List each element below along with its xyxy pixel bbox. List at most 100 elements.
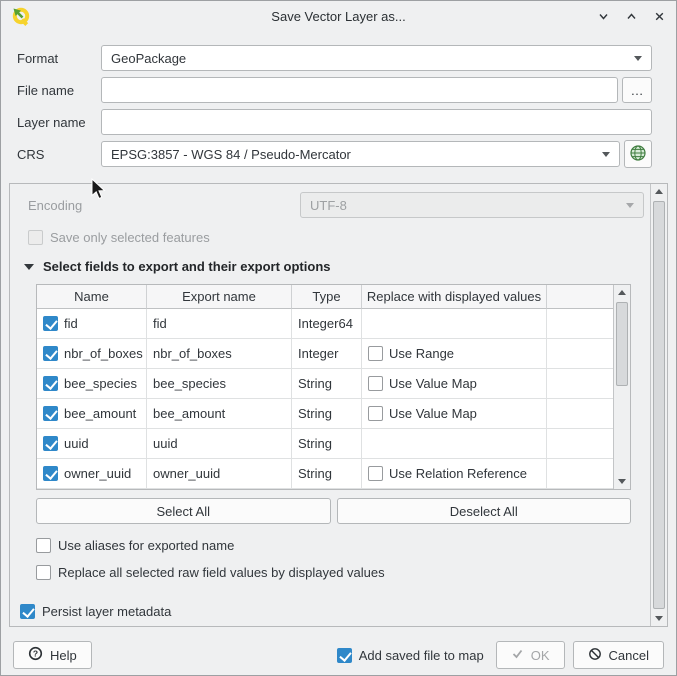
use-aliases-checkbox[interactable] xyxy=(36,538,51,553)
field-name-cell[interactable]: uuid xyxy=(37,429,147,459)
file-name-input[interactable] xyxy=(101,77,618,103)
field-replace-cell[interactable]: Use Range xyxy=(362,339,547,369)
titlebar[interactable]: Save Vector Layer as... xyxy=(1,1,676,31)
help-button[interactable]: ? Help xyxy=(13,641,92,669)
field-export-name-cell[interactable]: bee_species xyxy=(147,369,292,399)
field-replace-cell[interactable]: Use Value Map xyxy=(362,399,547,429)
field-replace-cell[interactable]: Use Value Map xyxy=(362,369,547,399)
field-checkbox[interactable] xyxy=(43,466,58,481)
field-name-cell[interactable]: bee_amount xyxy=(37,399,147,429)
field-replace-cell[interactable]: Use Relation Reference xyxy=(362,459,547,489)
field-row-bee_amount[interactable]: bee_amountbee_amountStringUse Value Map xyxy=(37,399,613,429)
field-checkbox[interactable] xyxy=(43,346,58,361)
replace-option-checkbox[interactable] xyxy=(368,406,383,421)
field-name-label: uuid xyxy=(64,436,89,451)
field-name-cell[interactable]: nbr_of_boxes xyxy=(37,339,147,369)
field-name-cell[interactable]: owner_uuid xyxy=(37,459,147,489)
file-name-label: File name xyxy=(17,83,101,98)
field-export-name-cell[interactable]: fid xyxy=(147,309,292,339)
help-label: Help xyxy=(50,648,77,663)
field-name-cell[interactable]: bee_species xyxy=(37,369,147,399)
field-checkbox[interactable] xyxy=(43,376,58,391)
fields-section-header[interactable]: Select fields to export and their export… xyxy=(24,259,644,274)
replace-option-checkbox[interactable] xyxy=(368,346,383,361)
save-only-selected-checkbox[interactable] xyxy=(28,230,43,245)
field-row-fid[interactable]: fidfidInteger64 xyxy=(37,309,613,339)
column-header-name[interactable]: Name xyxy=(37,285,147,309)
field-row-filler xyxy=(547,369,613,399)
field-row-filler xyxy=(547,399,613,429)
field-name-label: bee_amount xyxy=(64,406,136,421)
cancel-label: Cancel xyxy=(609,648,649,663)
fields-table-scroll-track[interactable] xyxy=(614,300,630,474)
cancel-button[interactable]: Cancel xyxy=(573,641,664,669)
fields-section-title: Select fields to export and their export… xyxy=(43,259,331,274)
deselect-all-button[interactable]: Deselect All xyxy=(337,498,632,524)
field-export-name-cell[interactable]: nbr_of_boxes xyxy=(147,339,292,369)
add-saved-file-row: Add saved file to map xyxy=(337,648,484,663)
field-export-name-cell[interactable]: uuid xyxy=(147,429,292,459)
field-replace-cell xyxy=(362,429,547,459)
fields-table: Name Export name Type Replace with displ… xyxy=(36,284,631,490)
select-all-button[interactable]: Select All xyxy=(36,498,331,524)
field-type-cell: String xyxy=(292,369,362,399)
format-combobox[interactable]: GeoPackage xyxy=(101,45,652,71)
replace-raw-checkbox[interactable] xyxy=(36,565,51,580)
field-type-cell: String xyxy=(292,429,362,459)
crs-combobox[interactable]: EPSG:3857 - WGS 84 / Pseudo-Mercator xyxy=(101,141,620,167)
encoding-combobox[interactable]: UTF-8 xyxy=(300,192,644,218)
save-vector-layer-dialog: Save Vector Layer as... Format GeoPackag… xyxy=(0,0,677,676)
maximize-button[interactable] xyxy=(625,10,638,23)
replace-raw-label: Replace all selected raw field values by… xyxy=(58,565,385,580)
field-row-filler xyxy=(547,339,613,369)
encoding-value: UTF-8 xyxy=(310,198,620,213)
add-saved-file-checkbox[interactable] xyxy=(337,648,352,663)
browse-button[interactable]: … xyxy=(622,77,652,103)
encoding-row: Encoding UTF-8 xyxy=(28,192,644,218)
ok-button[interactable]: OK xyxy=(496,641,565,669)
replace-option-label: Use Relation Reference xyxy=(389,466,527,481)
field-row-bee_species[interactable]: bee_speciesbee_speciesStringUse Value Ma… xyxy=(37,369,613,399)
scroll-down-icon[interactable] xyxy=(651,611,667,626)
scrollbar-thumb[interactable] xyxy=(616,302,628,386)
field-row-owner_uuid[interactable]: owner_uuidowner_uuidStringUse Relation R… xyxy=(37,459,613,489)
field-row-nbr_of_boxes[interactable]: nbr_of_boxesnbr_of_boxesIntegerUse Range xyxy=(37,339,613,369)
close-button[interactable] xyxy=(653,10,666,23)
scroll-down-icon[interactable] xyxy=(614,474,630,489)
replace-option-checkbox[interactable] xyxy=(368,466,383,481)
options-scrollbar[interactable] xyxy=(650,184,667,626)
field-checkbox[interactable] xyxy=(43,316,58,331)
minimize-button[interactable] xyxy=(597,10,610,23)
field-checkbox[interactable] xyxy=(43,406,58,421)
field-name-cell[interactable]: fid xyxy=(37,309,147,339)
save-only-selected-row: Save only selected features xyxy=(28,230,644,245)
field-type-cell: Integer64 xyxy=(292,309,362,339)
window-title: Save Vector Layer as... xyxy=(1,9,676,24)
persist-metadata-checkbox[interactable] xyxy=(20,604,35,619)
column-header-type[interactable]: Type xyxy=(292,285,362,309)
svg-text:?: ? xyxy=(33,648,38,658)
layer-name-input[interactable] xyxy=(101,109,652,135)
field-name-label: nbr_of_boxes xyxy=(64,346,143,361)
replace-option-checkbox[interactable] xyxy=(368,376,383,391)
globe-icon xyxy=(629,144,647,165)
crs-select-button[interactable] xyxy=(624,140,652,168)
column-header-export-name[interactable]: Export name xyxy=(147,285,292,309)
replace-option-label: Use Value Map xyxy=(389,376,477,391)
field-export-name-cell[interactable]: bee_amount xyxy=(147,399,292,429)
scroll-up-icon[interactable] xyxy=(651,184,667,199)
field-row-filler xyxy=(547,459,613,489)
format-value: GeoPackage xyxy=(111,51,628,66)
use-aliases-row: Use aliases for exported name xyxy=(36,538,644,553)
scroll-up-icon[interactable] xyxy=(614,285,630,300)
add-saved-file-label: Add saved file to map xyxy=(359,648,484,663)
collapse-triangle-icon xyxy=(24,264,34,270)
scrollbar-thumb[interactable] xyxy=(653,201,665,609)
column-header-replace[interactable]: Replace with displayed values xyxy=(362,285,547,309)
field-export-name-cell[interactable]: owner_uuid xyxy=(147,459,292,489)
fields-table-scrollbar[interactable] xyxy=(613,285,630,489)
options-scroll-track[interactable] xyxy=(651,199,667,611)
field-row-uuid[interactable]: uuiduuidString xyxy=(37,429,613,459)
field-checkbox[interactable] xyxy=(43,436,58,451)
column-header-filler xyxy=(547,285,613,309)
